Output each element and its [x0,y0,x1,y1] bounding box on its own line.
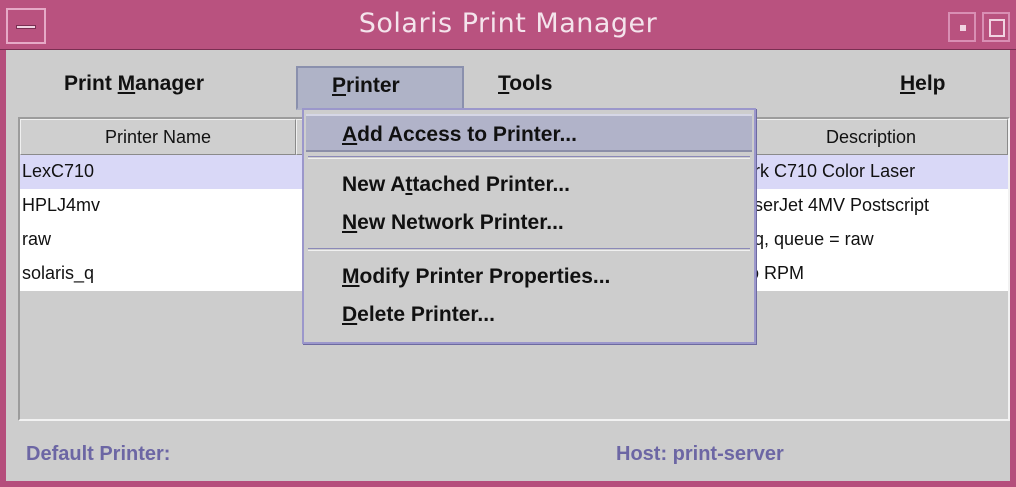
window-title: Solaris Print Manager [358,8,658,39]
printer-name-cell: HPLJ4mv [22,195,101,215]
column-header-description[interactable]: Description [734,119,1008,155]
minimize-icon [960,25,966,31]
printer-name-cell: solaris_q [22,263,95,283]
status-bar: Default Printer: Host: print-server [6,425,1010,481]
menu-print-manager[interactable]: Print Manager [64,66,204,110]
maximize-icon [989,19,1005,37]
menu-item-delete-printer[interactable]: Delete Printer... [306,296,752,334]
printer-name-cell: LexC710 [22,161,95,181]
maximize-button[interactable] [982,12,1010,42]
default-printer-label: Default Printer: [26,443,171,465]
minimize-button[interactable] [948,12,976,42]
column-header-printer-name[interactable]: Printer Name [20,119,296,155]
description-cell: aserJet 4MV Postscript [744,195,930,215]
print-manager-window: Solaris Print Manager Print Manager Prin… [0,0,1016,487]
description-cell: pq, queue = raw [744,229,874,249]
menu-item-new-network-printer[interactable]: New Network Printer... [306,204,752,242]
printer-name-cell: raw [22,229,52,249]
menu-help[interactable]: Help [900,66,946,110]
host-label: Host: print-server [616,443,784,465]
menu-printer[interactable]: Printer [296,66,464,110]
description-cell: ark C710 Color Laser [744,161,916,181]
menu-item-new-attached-printer[interactable]: New Attached Printer... [306,166,752,204]
printer-dropdown-menu: Add Access to Printer... New Attached Pr… [302,108,756,344]
menu-separator [308,156,750,159]
menu-separator [308,248,750,251]
menu-item-add-access[interactable]: Add Access to Printer... [306,114,752,152]
menu-tools[interactable]: Tools [498,66,552,110]
menu-bar: Print Manager Printer Tools Help [6,50,1010,114]
menu-item-modify-printer-properties[interactable]: Modify Printer Properties... [306,258,752,296]
title-bar[interactable]: Solaris Print Manager [0,0,1016,50]
